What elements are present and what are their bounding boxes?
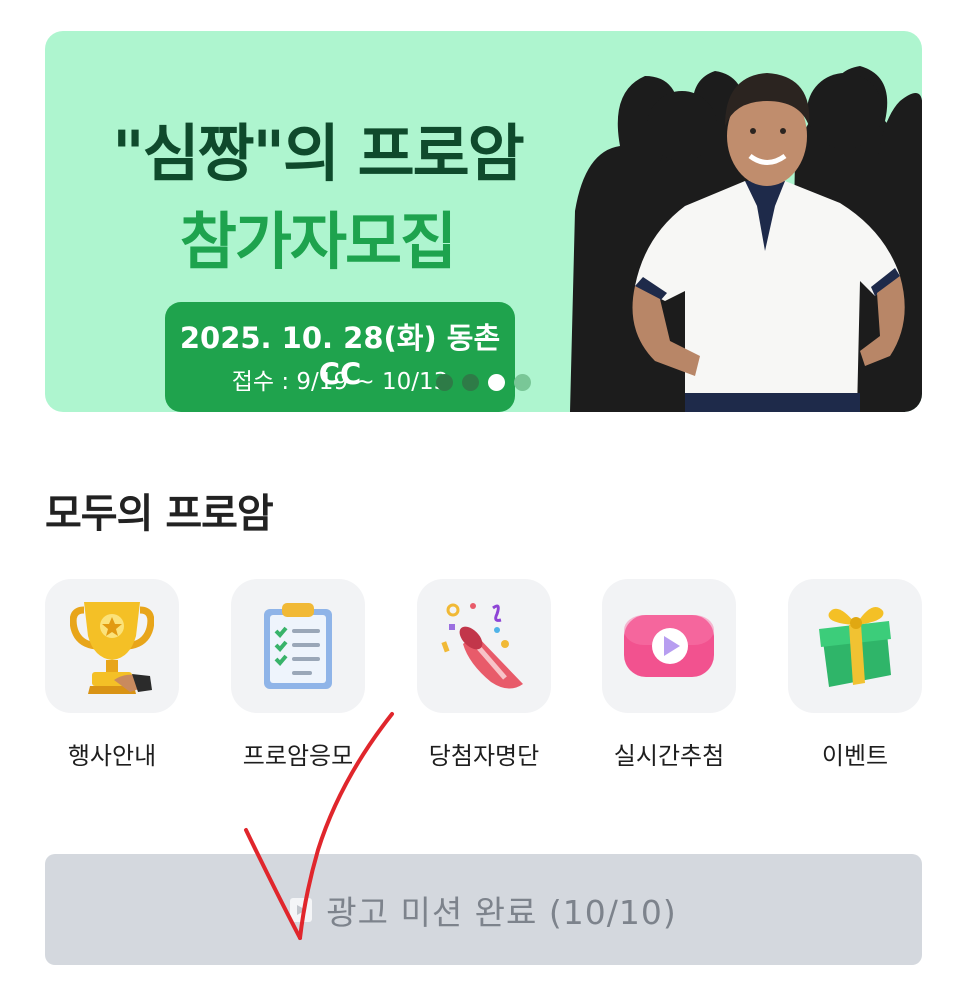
carousel-dot[interactable]	[462, 373, 479, 391]
ad-mission-button[interactable]: 광고 미션 완료 (10/10)	[45, 854, 922, 965]
banner-date-box: 2025. 10. 28(화) 동촌CC 접수 : 9/19 ~ 10/13	[165, 302, 515, 412]
menu-tile[interactable]	[45, 579, 179, 713]
carousel-dot-active[interactable]	[488, 373, 505, 391]
menu-tile[interactable]	[417, 579, 551, 713]
ad-mission-label: 광고 미션 완료 (10/10)	[326, 892, 677, 932]
trophy-icon	[70, 602, 154, 694]
menu-tile[interactable]	[788, 579, 922, 713]
menu-item-event[interactable]: 이벤트	[788, 579, 922, 771]
menu-label: 프로암응모	[242, 742, 354, 770]
menu-label: 행사안내	[67, 742, 157, 770]
banner-title-line1: "심짱"의 프로암	[112, 117, 524, 190]
menu-item-proam-apply[interactable]: 프로암응모	[231, 579, 365, 771]
menu-label: 실시간추첨	[613, 742, 725, 770]
promo-banner[interactable]: "심짱"의 프로암 참가자모집 2025. 10. 28(화) 동촌CC 접수 …	[45, 31, 922, 412]
menu-label: 이벤트	[821, 742, 889, 770]
menu-item-event-info[interactable]: 행사안내	[45, 579, 179, 771]
banner-title-line2: 참가자모집	[179, 205, 457, 278]
menu-item-winner-list[interactable]: 당첨자명단	[417, 579, 551, 771]
menu-item-live-draw[interactable]: 실시간추첨	[602, 579, 736, 771]
gift-box-icon	[819, 607, 891, 687]
menu-label: 당첨자명단	[428, 742, 540, 770]
section-title: 모두의 프로암	[45, 491, 274, 537]
carousel-dot[interactable]	[436, 373, 453, 391]
menu-tile[interactable]	[602, 579, 736, 713]
carousel-indicator[interactable]	[436, 373, 531, 391]
play-button-icon	[624, 615, 714, 677]
carousel-dot[interactable]	[514, 373, 531, 391]
party-popper-icon	[441, 603, 523, 689]
menu-tile[interactable]	[231, 579, 365, 713]
play-icon	[290, 897, 313, 922]
clipboard-checklist-icon	[264, 603, 332, 689]
